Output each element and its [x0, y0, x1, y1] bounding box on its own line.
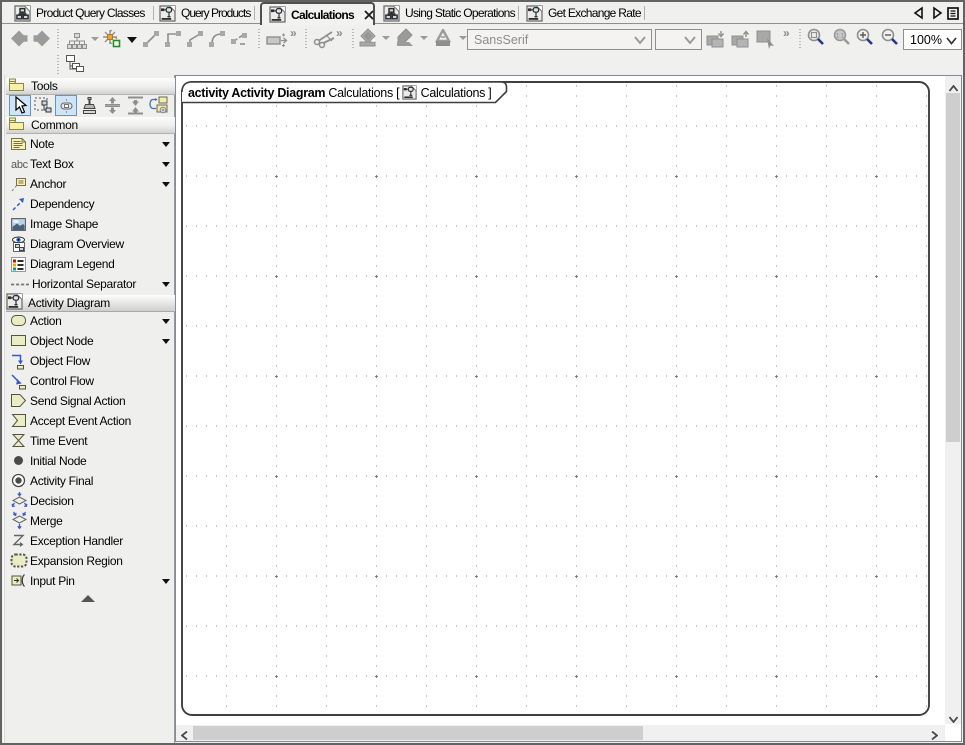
svg-text:abc: abc: [11, 159, 29, 171]
svg-text:1:1: 1:1: [836, 34, 845, 40]
